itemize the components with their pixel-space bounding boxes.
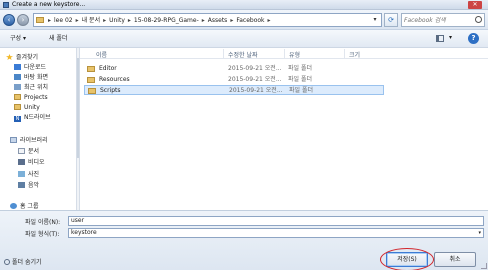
folder-icon [14, 104, 21, 110]
separator-icon: ▸ [230, 17, 234, 24]
nav-downloads[interactable]: 다운로드 [14, 63, 46, 72]
separator-icon: ▸ [48, 17, 52, 24]
folder-icon [87, 66, 95, 72]
navigation-pane: 즐겨찾기 다운로드 바탕 화면 최근 위치 Projects Unity N N드… [0, 48, 76, 210]
nav-videos[interactable]: 비디오 [18, 158, 45, 167]
filetype-label: 파일 형식(T): [25, 231, 60, 238]
filetype-select[interactable]: keystore ▾ [68, 228, 484, 238]
cancel-button[interactable]: 취소 [434, 252, 476, 267]
back-button[interactable]: ‹ [3, 14, 15, 26]
column-header: 이름 수정한 날짜 유형 크기 [80, 48, 488, 59]
chevron-down-icon: ▾ [478, 230, 481, 236]
separator-icon: ▸ [201, 17, 205, 24]
breadcrumb: ▸ lee 02 ▸ 내 문서 ▸ Unity ▸ 15-08-29-RPG_G… [48, 16, 271, 25]
download-icon [14, 64, 21, 70]
folder-icon [36, 17, 44, 23]
file-type: 파일 폴더 [288, 65, 312, 72]
homegroup-icon [10, 203, 17, 209]
folder-icon [88, 88, 96, 94]
scrollbar-thumb[interactable] [77, 58, 79, 158]
list-item[interactable]: Editor 2015-09-21 오전... 파일 폴더 [84, 64, 384, 74]
folder-icon [87, 77, 95, 83]
refresh-button[interactable]: ⟳ [384, 13, 398, 27]
separator-icon: ▸ [103, 17, 107, 24]
filename-field[interactable]: user [68, 216, 484, 226]
resize-grip[interactable] [481, 263, 487, 269]
close-button[interactable]: ✕ [468, 1, 482, 9]
list-item[interactable]: Scripts 2015-09-21 오전... 파일 폴더 [84, 85, 384, 95]
nav-projects[interactable]: Projects [14, 93, 48, 102]
separator-icon: ▸ [127, 17, 131, 24]
column-size[interactable]: 크기 [349, 50, 360, 59]
nav-homegroup[interactable]: 홈 그룹 [10, 202, 38, 210]
breadcrumb-item[interactable]: 내 문서 [82, 16, 100, 25]
file-name: Resources [99, 76, 130, 83]
column-divider[interactable] [344, 49, 345, 58]
app-icon [3, 2, 9, 8]
file-name: Editor [99, 65, 117, 72]
chevron-down-icon[interactable]: ▾ [370, 15, 380, 25]
breadcrumb-item[interactable]: Facebook [236, 16, 264, 25]
nav-pictures[interactable]: 사진 [18, 170, 39, 179]
recent-icon [14, 84, 21, 90]
search-icon [475, 16, 482, 23]
breadcrumb-item[interactable]: 15-08-29-RPG_Game- [134, 16, 199, 25]
annotation-circle [380, 248, 434, 270]
separator-icon: ▸ [75, 17, 79, 24]
forward-button[interactable]: › [17, 14, 29, 26]
filetype-value: keystore [71, 229, 97, 236]
address-bar[interactable]: ▸ lee 02 ▸ 내 문서 ▸ Unity ▸ 15-08-29-RPG_G… [33, 13, 382, 27]
file-list: 이름 수정한 날짜 유형 크기 Editor 2015-09-21 오전... … [80, 48, 488, 210]
search-box[interactable] [401, 13, 485, 27]
breadcrumb-item[interactable]: Assets [208, 16, 228, 25]
column-type[interactable]: 유형 [289, 50, 300, 59]
nav-unity[interactable]: Unity [14, 103, 40, 112]
music-icon [18, 182, 25, 188]
search-input[interactable] [404, 15, 472, 26]
organize-button[interactable]: 구성 ▾ [10, 34, 26, 44]
file-name: Scripts [100, 87, 121, 94]
document-icon [18, 148, 25, 154]
column-divider[interactable] [284, 49, 285, 58]
hide-folders-toggle[interactable]: 폴더 숨기기 [4, 257, 42, 266]
chevron-down-icon[interactable]: ▾ [449, 34, 452, 41]
nav-libraries[interactable]: 라이브러리 [10, 136, 48, 145]
file-date: 2015-09-21 오전... [229, 87, 283, 94]
new-folder-button[interactable]: 새 폴더 [49, 34, 67, 44]
nav-recent[interactable]: 최근 위치 [14, 83, 48, 92]
nav-desktop[interactable]: 바탕 화면 [14, 73, 48, 82]
nav-documents[interactable]: 문서 [18, 147, 39, 156]
list-item[interactable]: Resources 2015-09-21 오전... 파일 폴더 [84, 75, 384, 85]
nav-favorites[interactable]: 즐겨찾기 [6, 53, 38, 62]
navigation-bar: ‹ › ▸ lee 02 ▸ 내 문서 ▸ Unity ▸ 15-08-29-R… [0, 10, 488, 39]
title-bar: Create a new keystore... ✕ [0, 0, 488, 10]
dialog-footer: 파일 이름(N): user 파일 형식(T): keystore ▾ 폴더 숨… [0, 210, 488, 270]
nav-music[interactable]: 음악 [18, 181, 39, 190]
nav-ndrive[interactable]: N N드라이브 [14, 113, 51, 122]
video-icon [18, 159, 25, 165]
separator-icon: ▸ [267, 17, 271, 24]
file-date: 2015-09-21 오전... [228, 76, 282, 83]
folder-icon [14, 94, 21, 100]
file-type: 파일 폴더 [288, 76, 312, 83]
file-type: 파일 폴더 [289, 87, 313, 94]
file-date: 2015-09-21 오전... [228, 65, 282, 72]
breadcrumb-item[interactable]: lee 02 [54, 16, 73, 25]
star-icon [6, 54, 13, 60]
breadcrumb-item[interactable]: Unity [109, 16, 125, 25]
column-date[interactable]: 수정한 날짜 [228, 50, 258, 59]
column-divider[interactable] [223, 49, 224, 58]
view-icon[interactable] [436, 35, 444, 42]
picture-icon [18, 171, 25, 177]
library-icon [10, 137, 17, 143]
window-title: Create a new keystore... [12, 1, 86, 8]
collapse-icon [4, 259, 10, 265]
ndrive-icon: N [14, 116, 21, 122]
toolbar: 구성 ▾ 새 폴더 ▾ ? [0, 30, 488, 48]
filename-label: 파일 이름(N): [25, 219, 61, 226]
column-name[interactable]: 이름 [96, 50, 107, 59]
help-icon[interactable]: ? [468, 33, 479, 44]
desktop-icon [14, 74, 21, 80]
